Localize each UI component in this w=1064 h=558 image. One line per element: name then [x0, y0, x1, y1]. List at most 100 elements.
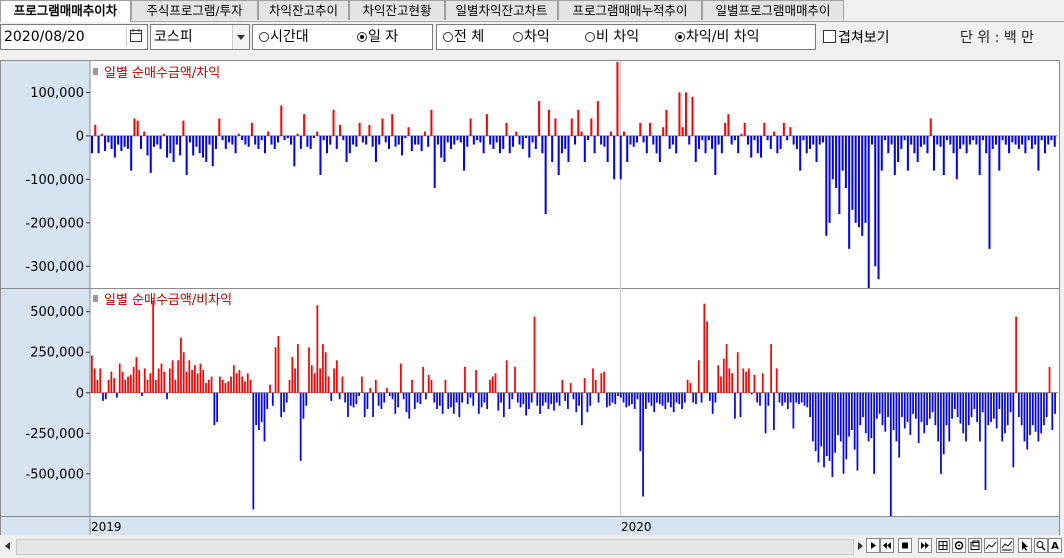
bar[interactable] [1023, 392, 1026, 442]
bar[interactable] [678, 392, 681, 405]
bar[interactable] [909, 392, 912, 435]
bar[interactable] [149, 135, 152, 173]
bar[interactable] [901, 392, 903, 418]
bar[interactable] [992, 392, 995, 419]
date-input[interactable]: 2020/08/20 [0, 24, 148, 50]
bar[interactable] [349, 392, 352, 406]
bar[interactable] [1027, 135, 1030, 141]
bar[interactable] [926, 392, 928, 426]
play-icon[interactable] [866, 538, 880, 553]
bar[interactable] [593, 135, 596, 154]
bar[interactable] [355, 392, 358, 405]
bar[interactable] [497, 392, 500, 411]
bar[interactable] [521, 135, 524, 149]
radio-type-arbitrage[interactable]: 차익 [513, 25, 550, 49]
scroll-right-icon[interactable] [854, 538, 866, 554]
bar[interactable] [96, 379, 99, 393]
bar[interactable] [823, 392, 825, 468]
bar[interactable] [534, 135, 537, 149]
bar[interactable] [683, 392, 686, 403]
bar[interactable] [994, 135, 998, 145]
bar[interactable] [859, 392, 862, 426]
bar[interactable] [410, 135, 413, 152]
bar[interactable] [198, 135, 201, 154]
bar[interactable] [394, 135, 397, 147]
bar[interactable] [182, 352, 185, 393]
bar[interactable] [703, 303, 706, 393]
bar[interactable] [244, 381, 246, 393]
bar[interactable] [271, 392, 274, 406]
bar[interactable] [309, 135, 312, 149]
bar[interactable] [378, 135, 381, 145]
bar[interactable] [887, 135, 890, 154]
bar[interactable] [416, 392, 419, 403]
bar[interactable] [498, 135, 501, 154]
bar[interactable] [1043, 135, 1046, 154]
bar[interactable] [878, 392, 881, 414]
bar[interactable] [558, 392, 561, 406]
bar[interactable] [1053, 135, 1056, 147]
bar[interactable] [555, 392, 558, 403]
bar[interactable] [967, 392, 970, 426]
bar[interactable] [900, 135, 903, 149]
bar[interactable] [962, 135, 965, 145]
bar[interactable] [288, 379, 291, 393]
bar[interactable] [368, 125, 371, 136]
bar[interactable] [633, 392, 636, 409]
bar[interactable] [884, 135, 887, 141]
bar[interactable] [306, 135, 309, 147]
bar[interactable] [776, 135, 779, 154]
bar[interactable] [407, 127, 410, 136]
bar[interactable] [835, 135, 838, 189]
bar[interactable] [1048, 366, 1051, 393]
bar[interactable] [273, 135, 276, 149]
bar[interactable] [252, 392, 255, 510]
bar[interactable] [463, 135, 466, 171]
bar[interactable] [936, 135, 939, 145]
bar[interactable] [694, 135, 697, 162]
bar[interactable] [631, 392, 633, 405]
bar[interactable] [706, 321, 708, 393]
bar[interactable] [313, 373, 316, 393]
bar[interactable] [697, 360, 700, 393]
bar[interactable] [492, 135, 495, 149]
bar[interactable] [842, 392, 845, 474]
bar[interactable] [975, 135, 978, 145]
bar[interactable] [856, 392, 859, 471]
bar[interactable] [803, 392, 806, 406]
bar[interactable] [485, 114, 488, 136]
bar[interactable] [844, 135, 847, 189]
bar[interactable] [303, 114, 306, 136]
bar[interactable] [182, 120, 185, 136]
bar[interactable] [942, 135, 945, 175]
bar[interactable] [928, 392, 931, 419]
bar[interactable] [1037, 135, 1040, 171]
bar[interactable] [959, 135, 962, 149]
bar[interactable] [926, 135, 929, 154]
bar[interactable] [583, 135, 586, 162]
bar[interactable] [779, 135, 782, 149]
bar[interactable] [348, 135, 351, 154]
bar[interactable] [920, 392, 923, 422]
bar[interactable] [569, 383, 572, 393]
bar[interactable] [692, 392, 695, 403]
bar[interactable] [469, 392, 472, 398]
bar[interactable] [221, 135, 224, 141]
bar[interactable] [597, 392, 600, 403]
bar[interactable] [352, 135, 355, 145]
bar[interactable] [606, 392, 608, 408]
bar[interactable] [408, 392, 411, 419]
bar[interactable] [575, 392, 578, 413]
bar[interactable] [667, 392, 669, 403]
bar[interactable] [157, 368, 160, 393]
bar[interactable] [984, 392, 987, 491]
bar[interactable] [1054, 392, 1056, 414]
program-trading-chart[interactable]: 100,000 0 -100,000 -200,000 -300,000 일별 순매수금액… [1, 61, 1059, 536]
bar[interactable] [335, 360, 338, 393]
bar[interactable] [397, 135, 400, 145]
bar[interactable] [358, 122, 361, 136]
bar[interactable] [870, 392, 873, 439]
bar[interactable] [547, 109, 550, 136]
bar[interactable] [903, 135, 906, 141]
bar[interactable] [316, 305, 319, 393]
